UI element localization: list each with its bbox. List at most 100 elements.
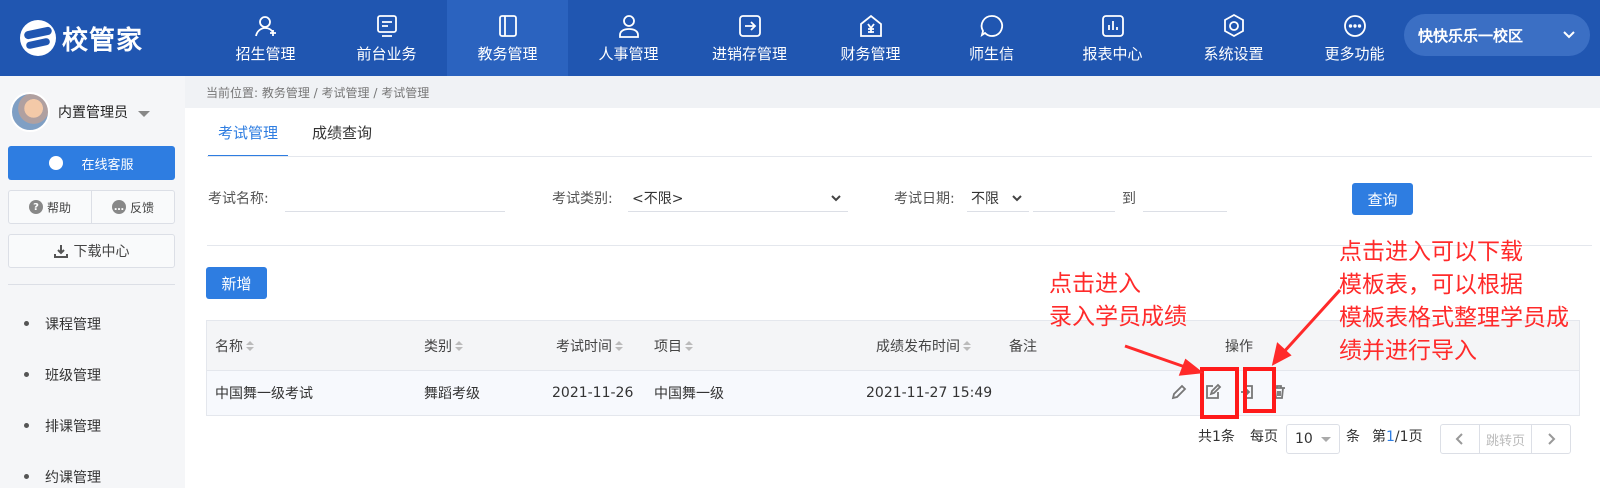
- yen-house-icon: [858, 13, 884, 39]
- download-center-button[interactable]: 下载中心: [8, 234, 175, 268]
- cell-exam-date: 2021-11-26: [552, 385, 634, 401]
- sidebar-item-label: 班级管理: [45, 367, 101, 384]
- nav-label: 前台业务: [356, 44, 417, 63]
- sort-icon: [963, 340, 971, 351]
- header-note: 备注: [1009, 338, 1037, 355]
- chevron-left-icon: [1455, 433, 1463, 445]
- chevron-down-icon: [1012, 194, 1022, 201]
- nav-item-messages[interactable]: 师生信: [931, 0, 1052, 76]
- breadcrumb: 当前位置: 教务管理 / 考试管理 / 考试管理: [206, 86, 430, 100]
- user-menu[interactable]: 内置管理员: [10, 92, 150, 132]
- nav-item-enrollment[interactable]: 招生管理: [205, 0, 326, 76]
- date-end-input[interactable]: [1143, 186, 1227, 212]
- person-icon: [616, 13, 642, 39]
- nav-label: 系统设置: [1203, 44, 1264, 63]
- add-exam-button[interactable]: 新增: [206, 267, 267, 299]
- jump-page-button[interactable]: 跳转页: [1479, 425, 1532, 453]
- bullet-icon: [24, 372, 29, 377]
- book-icon: [495, 13, 521, 39]
- annotation-enter-scores: 点击进入 录入学员成绩: [1049, 271, 1187, 330]
- total-count: 共1条: [1198, 429, 1235, 445]
- nav-item-more[interactable]: 更多功能: [1294, 0, 1415, 76]
- campus-selector[interactable]: 快快乐乐一校区: [1404, 14, 1590, 56]
- sidebar: 内置管理员 在线客服 ? 帮助 … 反馈 下载中心 课程管理 班级管理 排课管理…: [0, 76, 185, 488]
- exam-date-range-select[interactable]: 不限: [967, 184, 1029, 212]
- sidebar-item-classes[interactable]: 班级管理: [0, 349, 185, 400]
- header-project[interactable]: 项目: [654, 321, 693, 370]
- settings-hex-icon: [1221, 13, 1247, 39]
- online-service-label: 在线客服: [81, 157, 134, 173]
- question-icon: ?: [28, 200, 43, 214]
- sidebar-item-courses[interactable]: 课程管理: [0, 298, 185, 349]
- cell-name: 中国舞一级考试: [215, 386, 313, 402]
- logo-icon: [20, 20, 56, 56]
- exam-name-input[interactable]: [285, 186, 505, 212]
- nav-label: 教务管理: [477, 44, 538, 63]
- page-size-select[interactable]: 10: [1286, 424, 1340, 454]
- nav-item-front-desk[interactable]: 前台业务: [326, 0, 447, 76]
- nav-item-inventory[interactable]: 进销存管理: [689, 0, 810, 76]
- campus-name: 快快乐乐一校区: [1418, 26, 1524, 45]
- prev-page-button[interactable]: [1441, 425, 1479, 453]
- date-start-input[interactable]: [1033, 186, 1115, 212]
- help-label: 帮助: [46, 200, 71, 215]
- box-arrow-icon: [737, 13, 763, 39]
- sort-icon: [685, 340, 693, 351]
- help-feedback-row: ? 帮助 … 反馈: [8, 190, 175, 224]
- caret-down-icon: [138, 110, 150, 117]
- sidebar-item-label: 约课管理: [45, 469, 101, 486]
- download-icon: [53, 245, 68, 258]
- header-type[interactable]: 类别: [424, 321, 463, 370]
- sidebar-item-booking[interactable]: 约课管理: [0, 451, 185, 488]
- help-button[interactable]: ? 帮助: [9, 191, 92, 223]
- chevron-right-icon: [1548, 433, 1556, 445]
- exam-name-label: 考试名称:: [208, 191, 269, 207]
- brand-name: 校管家: [62, 25, 144, 56]
- exam-date-label: 考试日期:: [894, 191, 955, 207]
- user-add-icon: [253, 13, 279, 39]
- ellipsis-icon: …: [111, 200, 126, 214]
- nav-label: 财务管理: [840, 44, 901, 63]
- date-to-label: 到: [1122, 191, 1136, 207]
- header-actions: 操作: [1225, 338, 1253, 355]
- annotation-import-scores: 点击进入可以下载 模板表，可以根据 模板表格式整理学员成 绩并进行导入: [1339, 239, 1569, 364]
- tab-score-query[interactable]: 成绩查询: [302, 116, 382, 157]
- sidebar-divider: [8, 284, 175, 285]
- monitor-icon: [374, 13, 400, 39]
- more-dots-icon: [1342, 13, 1368, 39]
- header-name[interactable]: 名称: [215, 321, 254, 370]
- sidebar-item-scheduling[interactable]: 排课管理: [0, 400, 185, 451]
- nav-item-reports[interactable]: 报表中心: [1052, 0, 1173, 76]
- tab-exam-management[interactable]: 考试管理: [208, 116, 289, 157]
- header-exam-date[interactable]: 考试时间: [556, 321, 623, 370]
- nav-label: 人事管理: [598, 44, 659, 63]
- nav-item-academic[interactable]: 教务管理: [447, 0, 568, 76]
- exam-type-select[interactable]: <不限>: [628, 184, 848, 212]
- sort-icon: [615, 340, 623, 351]
- highlight-box-enter-scores: [1200, 367, 1239, 419]
- per-page-unit: 条: [1346, 429, 1360, 445]
- nav-label: 更多功能: [1324, 44, 1385, 63]
- feedback-button[interactable]: … 反馈: [92, 191, 174, 223]
- download-center-label: 下载中心: [73, 244, 130, 260]
- user-name: 内置管理员: [58, 105, 128, 121]
- nav-item-hr[interactable]: 人事管理: [568, 0, 689, 76]
- top-nav: 校管家 招生管理 前台业务 教务管理 人事管理 进销存管理 财务管理 师生信 报…: [0, 0, 1600, 76]
- next-page-button[interactable]: [1532, 425, 1570, 453]
- nav-item-settings[interactable]: 系统设置: [1173, 0, 1294, 76]
- sort-icon: [246, 340, 254, 351]
- table-row: 中国舞一级考试 舞蹈考级 2021-11-26 中国舞一级 2021-11-27…: [207, 371, 1579, 415]
- pagination-controls: 跳转页: [1440, 424, 1571, 454]
- logo[interactable]: 校管家: [0, 0, 205, 76]
- header-publish-time[interactable]: 成绩发布时间: [876, 321, 971, 370]
- edit-button[interactable]: [1168, 381, 1190, 403]
- nav-item-finance[interactable]: 财务管理: [810, 0, 931, 76]
- cell-publish-time: 2021-11-27 15:49: [866, 385, 993, 401]
- query-button[interactable]: 查询: [1352, 183, 1413, 215]
- chat-circle-icon: [979, 13, 1005, 39]
- online-service-button[interactable]: 在线客服: [8, 146, 175, 180]
- cell-type: 舞蹈考级: [424, 386, 480, 402]
- per-page-label: 每页: [1250, 429, 1278, 445]
- chevron-down-icon: [1563, 31, 1575, 39]
- tab-bar: 考试管理 成绩查询: [208, 116, 396, 157]
